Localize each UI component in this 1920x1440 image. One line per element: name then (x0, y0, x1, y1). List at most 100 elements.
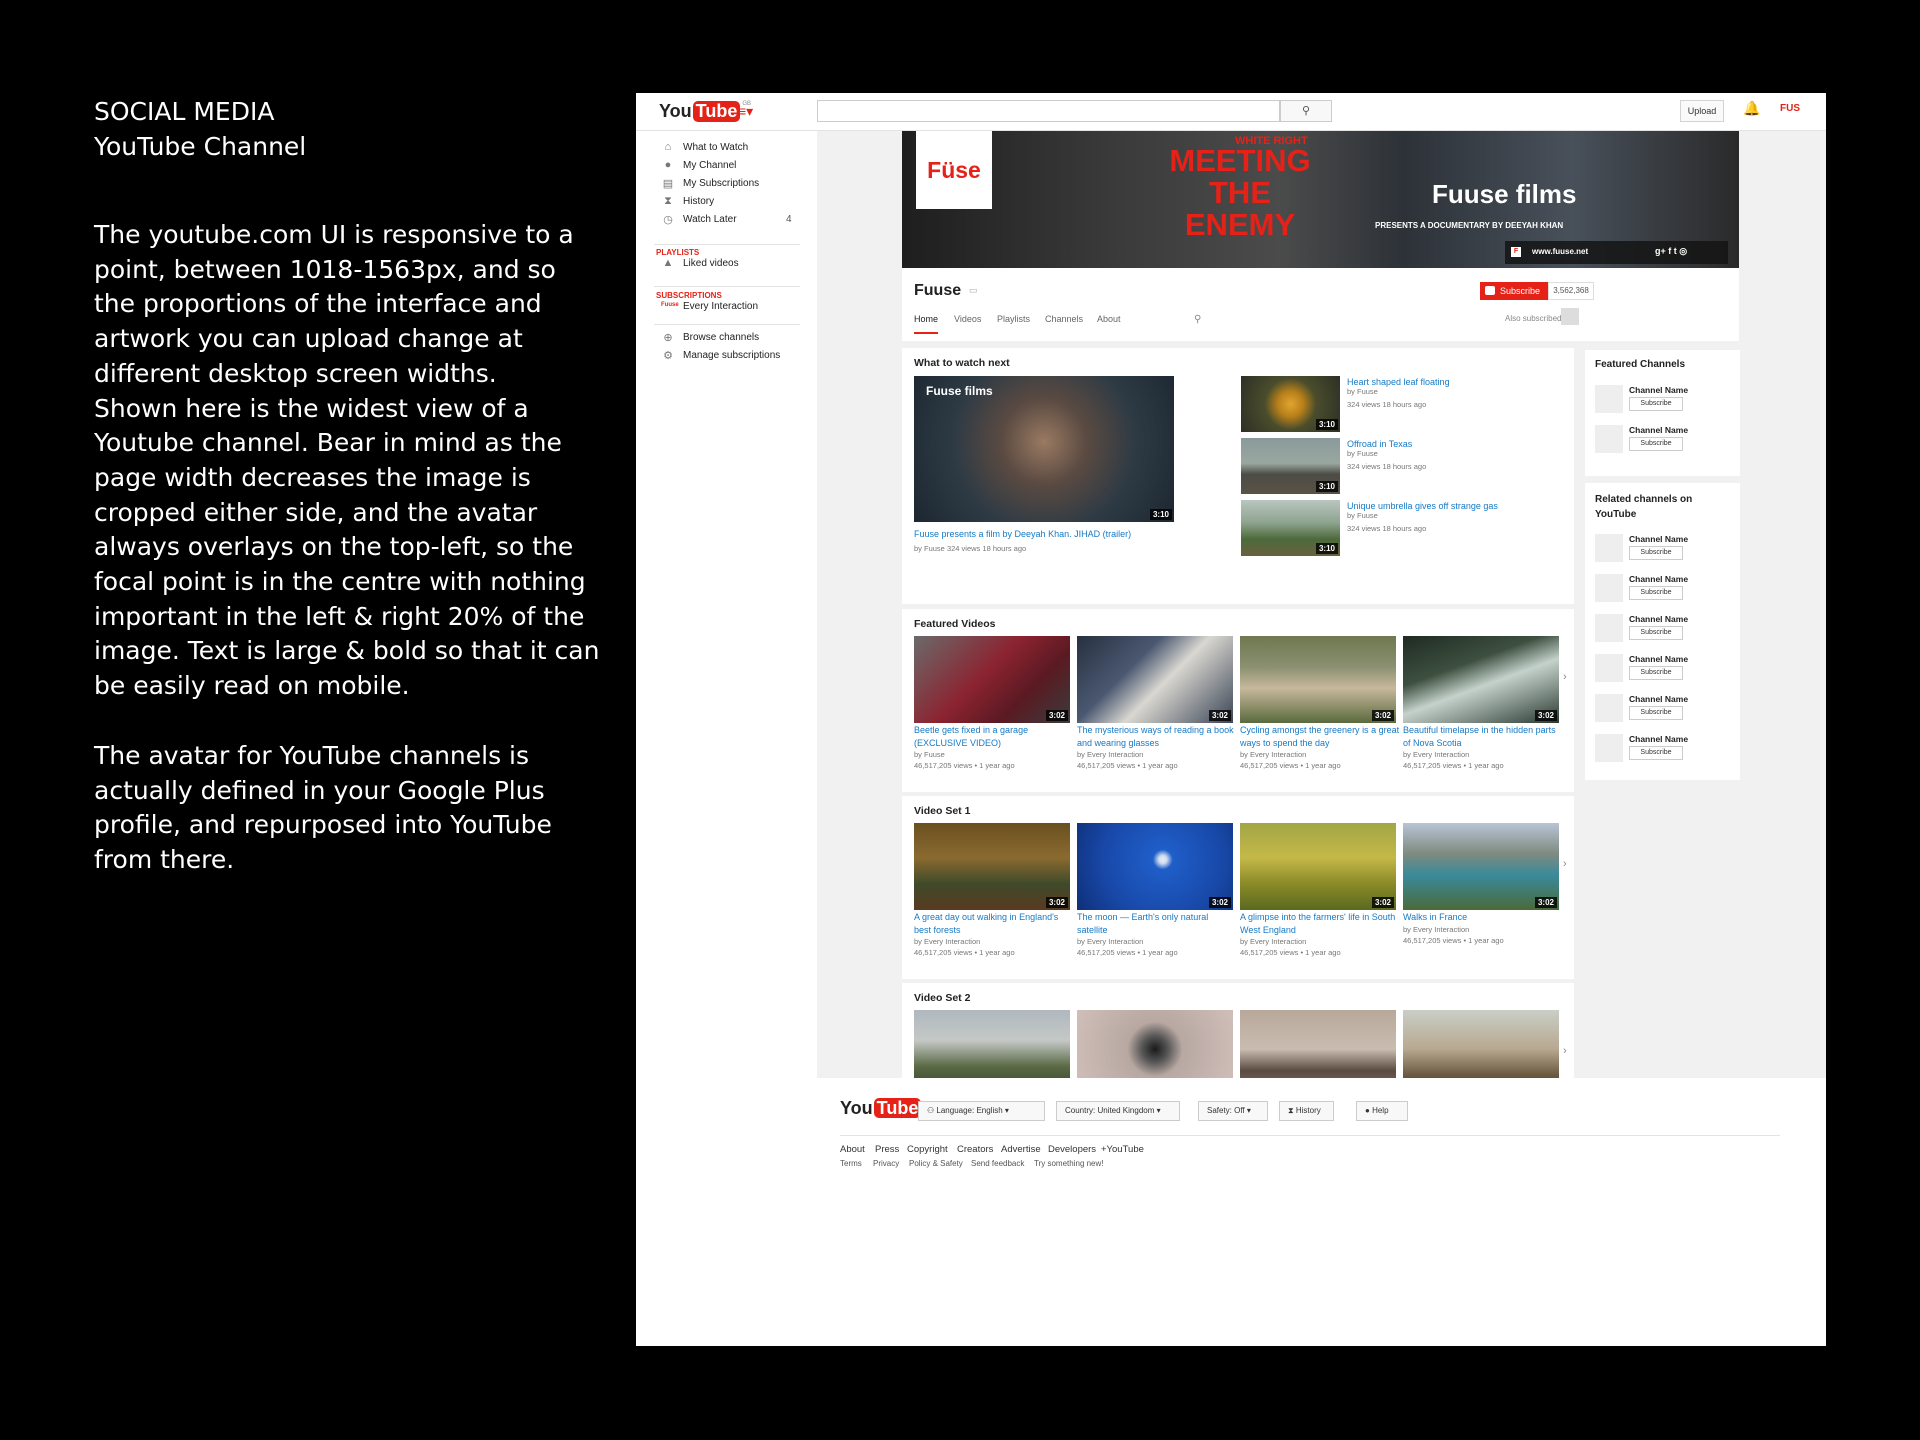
video-thumbnail[interactable]: 3:10 (1241, 438, 1340, 494)
channel-name[interactable]: Channel Name (1629, 425, 1688, 435)
subscribe-button[interactable]: Subscribe (1480, 282, 1548, 300)
sidebar-item-what-to-watch[interactable]: ⌂ What to Watch (636, 138, 817, 158)
upload-button[interactable]: Upload (1680, 100, 1724, 122)
video-thumbnail[interactable]: 3:02 (1077, 823, 1233, 910)
channel-name[interactable]: Channel Name (1629, 534, 1688, 544)
subscribe-button[interactable]: Subscribe (1629, 586, 1683, 600)
shelf-next-arrow-icon[interactable]: › (1563, 1045, 1567, 1057)
channel-avatar[interactable] (1595, 574, 1623, 602)
video-title[interactable]: A great day out walking in England's bes… (914, 911, 1074, 936)
video-channel[interactable]: by Fuuse (1347, 386, 1378, 398)
video-thumbnail[interactable]: 3:02 (1240, 636, 1396, 723)
channel-name[interactable]: Channel Name (1629, 574, 1688, 584)
footer-link[interactable]: Press (875, 1144, 899, 1155)
channel-name[interactable]: Channel Name (1629, 734, 1688, 744)
video-title[interactable]: Beetle gets fixed in a garage (EXCLUSIVE… (914, 724, 1074, 749)
video-title[interactable]: Cycling amongst the greenery is a great … (1240, 724, 1400, 749)
guide-menu-icon[interactable]: ≡▾ (738, 103, 753, 120)
video-thumbnail[interactable]: 3:02 (914, 636, 1070, 723)
channel-search-icon[interactable]: ⚲ (1194, 314, 1201, 325)
sidebar-item-my-subscriptions[interactable]: ▤ My Subscriptions (636, 174, 817, 194)
video-channel[interactable]: by Every Interaction (1077, 749, 1143, 761)
video-thumbnail[interactable]: 3:10 (1241, 500, 1340, 556)
country-picker[interactable]: Country: United Kingdom ▾ (1056, 1101, 1180, 1121)
footer-link[interactable]: Terms (840, 1159, 862, 1168)
video-thumbnail[interactable]: 3:02 (1240, 823, 1396, 910)
channel-name[interactable]: Channel Name (1629, 385, 1688, 395)
video-channel[interactable]: by Every Interaction (1240, 749, 1306, 761)
video-channel[interactable]: by Fuuse (914, 544, 945, 553)
shelf-next-arrow-icon[interactable]: › (1563, 671, 1567, 683)
also-subscribed-avatar[interactable] (1561, 308, 1579, 325)
video-channel[interactable]: by Every Interaction (914, 936, 980, 948)
search-input[interactable] (817, 100, 1280, 122)
video-thumbnail[interactable]: 3:10 (1241, 376, 1340, 432)
video-thumbnail[interactable]: 3:02 (1403, 823, 1559, 910)
channel-avatar[interactable] (1595, 385, 1623, 413)
video-thumbnail[interactable]: 3:02 (914, 823, 1070, 910)
safety-picker[interactable]: Safety: Off ▾ (1198, 1101, 1268, 1121)
subscribe-button[interactable]: Subscribe (1629, 746, 1683, 760)
tab-home[interactable]: Home (914, 314, 939, 334)
video-channel[interactable]: by Every Interaction (1240, 936, 1306, 948)
footer-link[interactable]: About (840, 1144, 865, 1155)
account-avatar[interactable]: FUS (1780, 103, 1800, 114)
footer-link[interactable]: +YouTube (1101, 1144, 1144, 1155)
video-title[interactable]: Heart shaped leaf floating (1347, 376, 1567, 389)
notifications-bell-icon[interactable]: 🔔 (1743, 100, 1760, 117)
social-links-icons[interactable]: g+ f t ◎ (1655, 246, 1687, 257)
tab-about[interactable]: About (1097, 314, 1121, 324)
footer-link[interactable]: Advertise (1001, 1144, 1041, 1155)
channel-avatar[interactable] (1595, 654, 1623, 682)
sidebar-item-watch-later[interactable]: ◷ Watch Later 4 (636, 210, 817, 230)
channel-avatar[interactable] (1595, 734, 1623, 762)
video-channel[interactable]: by Fuuse (1347, 510, 1378, 522)
language-picker[interactable]: ⚇ Language: English ▾ (918, 1101, 1045, 1121)
channel-avatar[interactable] (1595, 614, 1623, 642)
sidebar-item-my-channel[interactable]: ● My Channel (636, 156, 817, 176)
footer-link[interactable]: Send feedback (971, 1159, 1024, 1168)
subscribe-button[interactable]: Subscribe (1629, 437, 1683, 451)
video-channel[interactable]: by Fuuse (1347, 448, 1378, 460)
subscribe-button[interactable]: Subscribe (1629, 626, 1683, 640)
footer-link[interactable]: Privacy (873, 1159, 899, 1168)
subscribe-button[interactable]: Subscribe (1629, 666, 1683, 680)
footer-link[interactable]: Policy & Safety (909, 1159, 963, 1168)
tab-channels[interactable]: Channels (1045, 314, 1083, 324)
tab-videos[interactable]: Videos (954, 314, 981, 324)
channel-name[interactable]: Channel Name (1629, 654, 1688, 664)
shelf-next-arrow-icon[interactable]: › (1563, 858, 1567, 870)
subscribe-button[interactable]: Subscribe (1629, 397, 1683, 411)
sidebar-item-manage-subscriptions[interactable]: ⚙ Manage subscriptions (636, 346, 817, 366)
video-title[interactable]: Walks in France (1403, 911, 1563, 924)
sidebar-item-history[interactable]: ⧗ History (636, 192, 817, 212)
video-title[interactable]: The moon — Earth's only natural satellit… (1077, 911, 1237, 936)
video-thumbnail[interactable]: 3:02 (1403, 636, 1559, 723)
video-channel[interactable]: by Every Interaction (1403, 924, 1469, 936)
video-title[interactable]: Unique umbrella gives off strange gas (1347, 500, 1567, 513)
footer-youtube-logo[interactable]: You Tube (840, 1098, 922, 1119)
video-thumbnail[interactable]: 3:02 (1077, 636, 1233, 723)
video-channel[interactable]: by Fuuse (914, 749, 945, 761)
channel-avatar[interactable] (1595, 694, 1623, 722)
featured-video-thumbnail[interactable]: Fuuse films 3:10 (914, 376, 1174, 522)
featured-video-title[interactable]: Fuuse presents a film by Deeyah Khan. JI… (914, 528, 1184, 541)
sidebar-item-browse-channels[interactable]: ⊕ Browse channels (636, 328, 817, 348)
video-title[interactable]: Offroad in Texas (1347, 438, 1567, 451)
video-channel[interactable]: by Every Interaction (1403, 749, 1469, 761)
footer-help-button[interactable]: ● Help (1356, 1101, 1408, 1121)
footer-link[interactable]: Creators (957, 1144, 993, 1155)
banner-website-link[interactable]: www.fuuse.net (1532, 247, 1588, 256)
video-title[interactable]: The mysterious ways of reading a book an… (1077, 724, 1237, 749)
tab-playlists[interactable]: Playlists (997, 314, 1030, 324)
channel-avatar[interactable] (1595, 534, 1623, 562)
footer-link[interactable]: Copyright (907, 1144, 948, 1155)
sidebar-item-liked-videos[interactable]: ▲ Liked videos (636, 254, 817, 274)
subscribe-button[interactable]: Subscribe (1629, 706, 1683, 720)
video-title[interactable]: A glimpse into the farmers' life in Sout… (1240, 911, 1400, 936)
channel-avatar[interactable] (1595, 425, 1623, 453)
channel-name[interactable]: Channel Name (1629, 614, 1688, 624)
video-title[interactable]: Beautiful timelapse in the hidden parts … (1403, 724, 1563, 749)
search-button[interactable]: ⚲ (1280, 100, 1332, 122)
subscribe-button[interactable]: Subscribe (1629, 546, 1683, 560)
